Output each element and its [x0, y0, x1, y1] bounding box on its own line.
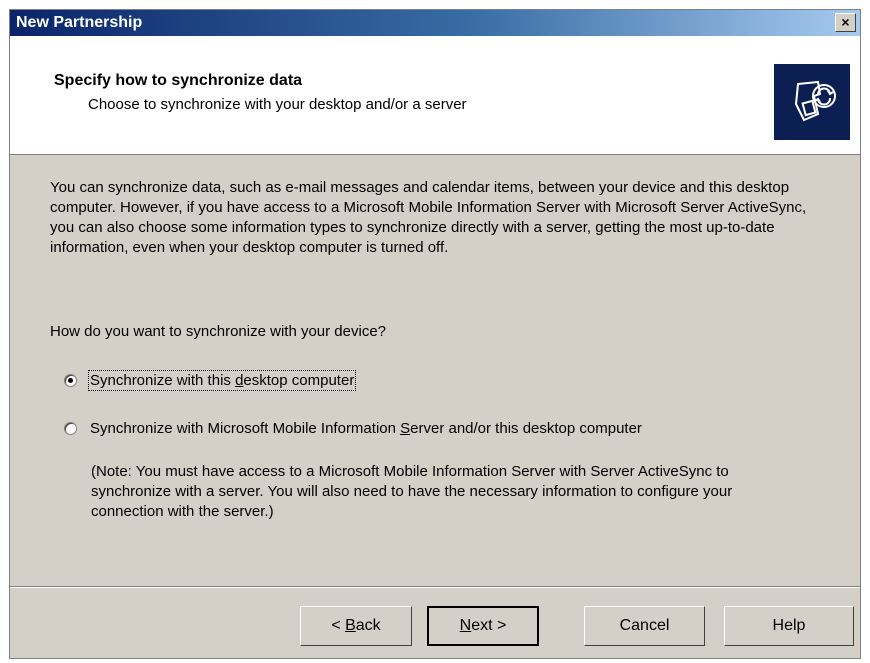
option-text: esktop computer [243, 372, 355, 389]
radio-desktop-sync[interactable] [64, 374, 77, 387]
close-button[interactable]: × [835, 13, 856, 32]
server-note: (Note: You must have access to a Microso… [91, 463, 733, 520]
back-button[interactable]: < Back [300, 606, 412, 646]
option-text: Synchronize with Microsoft Mobile Inform… [90, 420, 401, 437]
option-server-sync-label[interactable]: Synchronize with Microsoft Mobile Inform… [90, 420, 642, 437]
header-subtitle: Choose to synchronize with your desktop … [88, 96, 467, 113]
description-text: You can synchronize data, such as e-mail… [50, 179, 807, 256]
header-title: Specify how to synchronize data [54, 72, 303, 89]
cancel-button[interactable]: Cancel [584, 606, 705, 646]
next-button[interactable]: Next > [427, 606, 539, 646]
option-text: Synchronize with this [90, 372, 236, 389]
new-partnership-dialog: New Partnership × Specify how to synchro… [9, 9, 861, 659]
wizard-header: Specify how to synchronize data Choose t… [10, 36, 860, 155]
title-bar[interactable]: New Partnership × [10, 10, 860, 36]
button-text: < [331, 617, 346, 634]
button-text: ack [355, 617, 381, 634]
button-text: ext > [471, 617, 507, 634]
close-icon: × [841, 14, 850, 30]
option-text: erver and/or this desktop computer [410, 420, 642, 437]
help-button[interactable]: Help [724, 606, 854, 646]
option-accel-key: S [400, 420, 411, 437]
button-separator [10, 586, 860, 588]
radio-server-sync[interactable] [64, 422, 77, 435]
activesync-device-icon [774, 64, 850, 140]
button-accel-key: B [345, 617, 356, 634]
radio-selected-dot [68, 378, 73, 383]
option-desktop-sync-label[interactable]: Synchronize with this desktop computer [87, 370, 357, 391]
sync-question: How do you want to synchronize with your… [50, 323, 387, 340]
window-title: New Partnership [16, 14, 143, 31]
button-accel-key: N [459, 617, 472, 634]
